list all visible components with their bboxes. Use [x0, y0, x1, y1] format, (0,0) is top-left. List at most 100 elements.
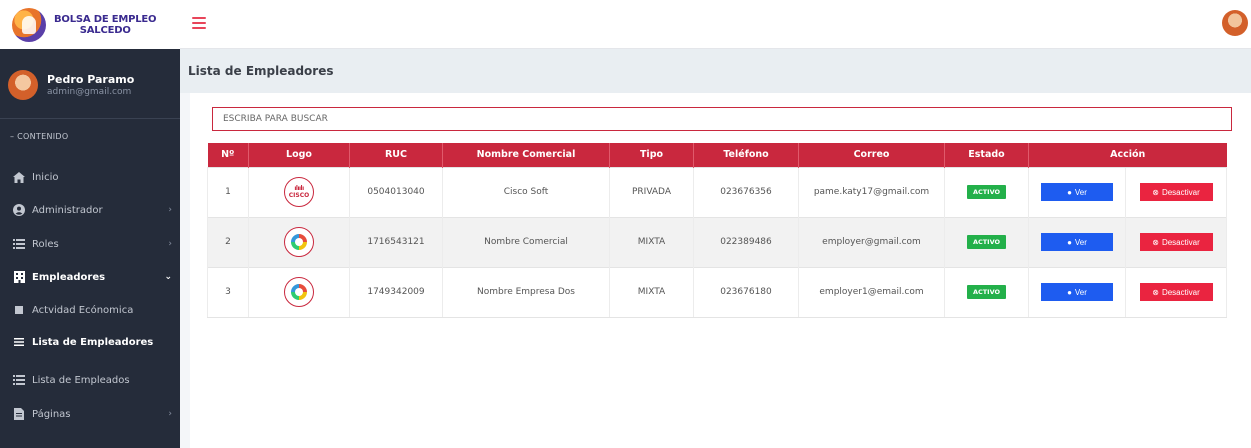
- sidebar-item-lista-empleados[interactable]: Lista de Empleados: [0, 367, 180, 393]
- bnv-logo-icon: [291, 234, 307, 250]
- times-circle-icon: ⊗: [1152, 287, 1159, 297]
- cell-estado: ACTIVO: [944, 166, 1029, 217]
- chevron-right-icon: ›: [168, 409, 172, 419]
- cell-desactivar: ⊗ Desactivar: [1125, 216, 1227, 267]
- view-button[interactable]: ● Ver: [1041, 183, 1113, 201]
- deactivate-button[interactable]: ⊗ Desactivar: [1139, 283, 1213, 301]
- file-icon: [12, 408, 26, 420]
- cisco-logo-icon: ılıılı CISCO: [288, 185, 310, 199]
- view-button[interactable]: ● Ver: [1041, 233, 1113, 251]
- cell-estado: ACTIVO: [944, 216, 1029, 267]
- view-button-label: Ver: [1074, 287, 1087, 297]
- deactivate-button-label: Desactivar: [1161, 237, 1200, 247]
- cell-ver: ● Ver: [1028, 166, 1126, 217]
- company-logo: ılıılı CISCO: [284, 177, 314, 207]
- cell-ver: ● Ver: [1028, 266, 1126, 318]
- sidebar-item-actividad-economica[interactable]: Actvidad Ecónomica: [0, 297, 180, 323]
- table-row: 2 1716543121 Nombre Comercial MIXTA 0223…: [207, 216, 1227, 267]
- sidebar-item-label: Roles: [32, 238, 59, 250]
- chevron-down-icon: ⌄: [164, 272, 172, 282]
- table-row: 3 1749342009 Nombre Empresa Dos MIXTA 02…: [207, 266, 1227, 318]
- cell-logo: ılıılı CISCO: [248, 166, 350, 217]
- bnv-logo-icon: [291, 284, 307, 300]
- cell-n: 3: [207, 266, 249, 318]
- user-avatar-icon[interactable]: [1222, 10, 1248, 36]
- nav-section-label: CONTENIDO: [17, 132, 69, 141]
- sidebar-item-paginas[interactable]: Páginas ›: [0, 401, 180, 427]
- cell-nombre: Nombre Empresa Dos: [442, 266, 610, 318]
- square-icon: [12, 306, 26, 314]
- eye-icon: ●: [1067, 187, 1072, 197]
- brand-line-1: BOLSA DE EMPLEO: [54, 13, 157, 25]
- cell-n: 2: [207, 216, 249, 267]
- chevron-right-icon: ›: [168, 205, 172, 215]
- content-header: Lista de Empleadores: [180, 49, 1251, 93]
- hamburger-icon[interactable]: [192, 17, 206, 29]
- sidebar-item-empleadores[interactable]: Empleadores ⌄: [0, 264, 180, 290]
- times-circle-icon: ⊗: [1152, 237, 1159, 247]
- user-email: admin@gmail.com: [47, 87, 132, 97]
- col-header-telefono: Teléfono: [693, 143, 799, 167]
- status-badge: ACTIVO: [966, 285, 1007, 299]
- building-icon: [12, 271, 26, 283]
- view-button-label: Ver: [1074, 187, 1087, 197]
- sidebar-item-inicio[interactable]: Inicio: [0, 164, 180, 190]
- list-icon: [12, 239, 26, 249]
- cell-ruc: 0504013040: [349, 166, 443, 217]
- sidebar-item-label: Empleadores: [32, 271, 106, 283]
- col-header-correo: Correo: [798, 143, 945, 167]
- cell-nombre: Nombre Comercial: [442, 216, 610, 267]
- brand[interactable]: BOLSA DE EMPLEO SALCEDO: [0, 0, 180, 49]
- company-logo: [284, 227, 314, 257]
- user-name: Pedro Paramo: [47, 73, 135, 86]
- col-header-nombre: Nombre Comercial: [442, 143, 610, 167]
- list-icon: [12, 375, 26, 385]
- deactivate-button-label: Desactivar: [1161, 187, 1200, 197]
- sidebar-item-label: Lista de Empleados: [32, 374, 130, 386]
- table-row: 1 ılıılı CISCO 0504013040 Cisco Soft PRIV…: [207, 166, 1227, 217]
- user-circle-icon: [12, 204, 26, 216]
- status-badge: ACTIVO: [966, 235, 1007, 249]
- eye-icon: ●: [1067, 237, 1072, 247]
- sidebar-item-administrador[interactable]: Administrador ›: [0, 197, 180, 223]
- cell-n: 1: [207, 166, 249, 217]
- bars-icon: [12, 338, 26, 346]
- cell-correo: employer1@email.com: [798, 266, 945, 318]
- table-header-row: Nº Logo RUC Nombre Comercial Tipo Teléfo…: [207, 143, 1227, 167]
- status-badge: ACTIVO: [966, 185, 1007, 199]
- sidebar-item-label: Páginas: [32, 408, 71, 420]
- sidebar-item-roles[interactable]: Roles ›: [0, 231, 180, 257]
- cell-tipo: PRIVADA: [609, 166, 694, 217]
- view-button[interactable]: ● Ver: [1041, 283, 1113, 301]
- times-circle-icon: ⊗: [1152, 187, 1159, 197]
- col-header-ruc: RUC: [349, 143, 443, 167]
- cell-logo: [248, 216, 350, 267]
- col-header-logo: Logo: [248, 143, 350, 167]
- sidebar: Pedro Paramo admin@gmail.com – CONTENIDO…: [0, 49, 180, 448]
- cell-tipo: MIXTA: [609, 216, 694, 267]
- cell-desactivar: ⊗ Desactivar: [1125, 266, 1227, 318]
- home-icon: [12, 171, 26, 183]
- cell-telefono: 022389486: [693, 216, 799, 267]
- sidebar-item-lista-empleadores[interactable]: Lista de Empleadores: [0, 329, 180, 355]
- cell-estado: ACTIVO: [944, 266, 1029, 318]
- deactivate-button[interactable]: ⊗ Desactivar: [1139, 233, 1213, 251]
- sidebar-item-label: Lista de Empleadores: [32, 336, 154, 348]
- col-header-estado: Estado: [944, 143, 1029, 167]
- company-logo: [284, 277, 314, 307]
- search-input[interactable]: [212, 107, 1232, 131]
- col-header-tipo: Tipo: [609, 143, 694, 167]
- cell-logo: [248, 266, 350, 318]
- avatar: [8, 70, 38, 100]
- brand-line-2: SALCEDO: [79, 24, 131, 36]
- cell-telefono: 023676356: [693, 166, 799, 217]
- page-title: Lista de Empleadores: [188, 64, 334, 78]
- cell-desactivar: ⊗ Desactivar: [1125, 166, 1227, 217]
- logo-text: CISCO: [288, 192, 310, 199]
- cell-telefono: 023676180: [693, 266, 799, 318]
- user-panel: Pedro Paramo admin@gmail.com: [0, 49, 180, 119]
- deactivate-button[interactable]: ⊗ Desactivar: [1139, 183, 1213, 201]
- sidebar-item-label: Administrador: [32, 204, 103, 216]
- employers-table: Nº Logo RUC Nombre Comercial Tipo Teléfo…: [207, 143, 1227, 318]
- cell-correo: employer@gmail.com: [798, 216, 945, 267]
